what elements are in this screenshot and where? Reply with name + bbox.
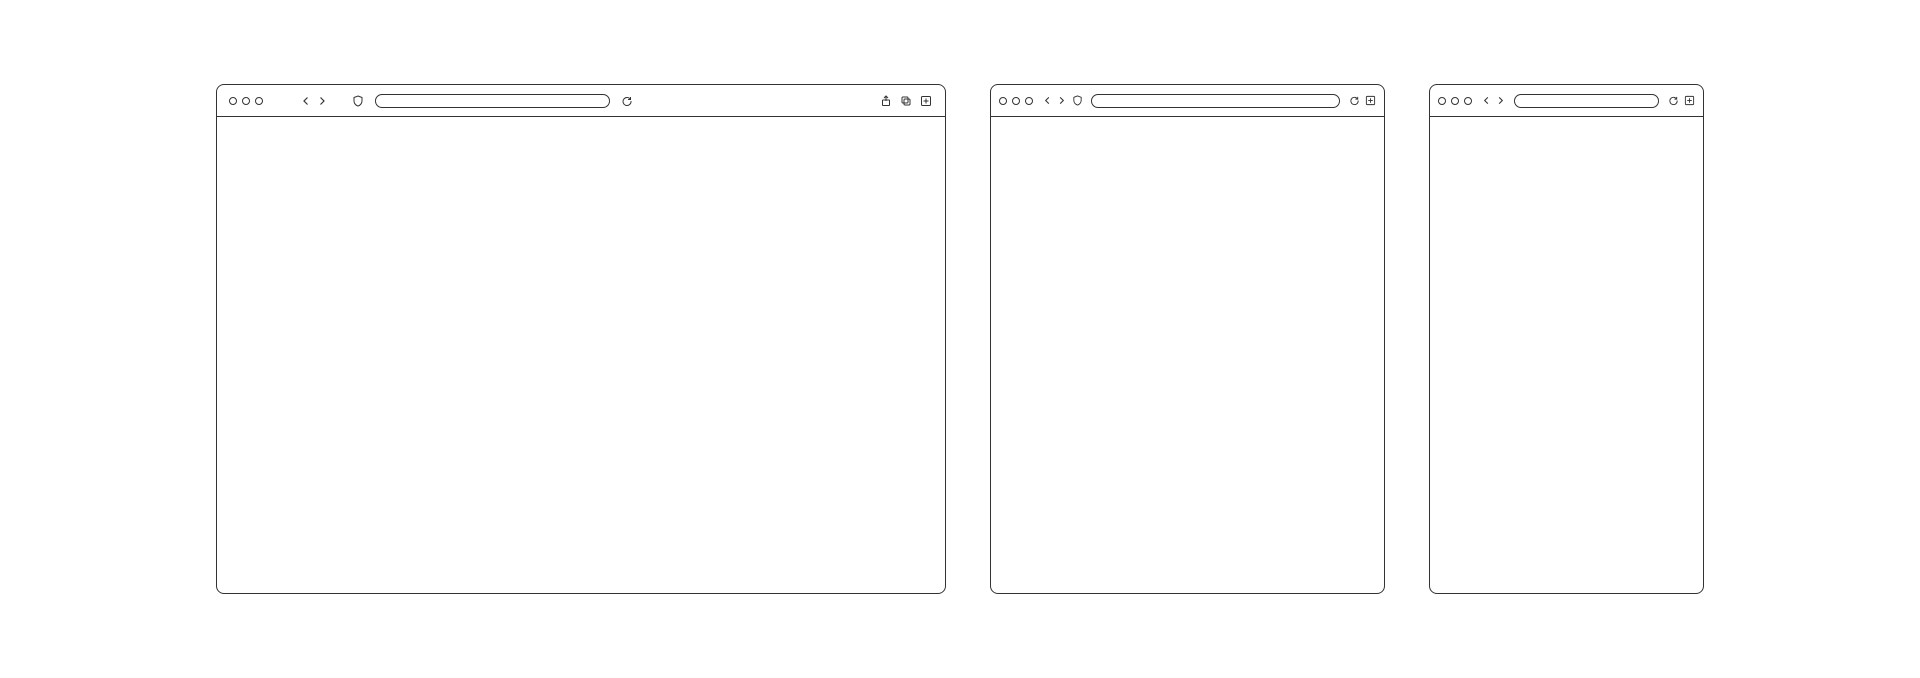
forward-icon[interactable] <box>1055 95 1067 107</box>
traffic-lights <box>229 97 263 105</box>
toolbar <box>217 85 945 117</box>
traffic-lights <box>1438 97 1472 105</box>
toolbar-right <box>1364 95 1376 107</box>
toolbar-right <box>879 94 933 108</box>
traffic-lights <box>999 97 1033 105</box>
address-bar[interactable] <box>1514 94 1659 108</box>
maximize-button[interactable] <box>1025 97 1033 105</box>
shield-icon[interactable] <box>1071 95 1083 107</box>
maximize-button[interactable] <box>255 97 263 105</box>
browser-window-tablet <box>990 84 1385 594</box>
new-tab-icon[interactable] <box>919 94 933 108</box>
address-bar[interactable] <box>1091 94 1340 108</box>
back-icon[interactable] <box>1480 95 1492 107</box>
page-viewport <box>217 117 945 593</box>
toolbar-right <box>1683 95 1695 107</box>
shield-icon[interactable] <box>351 94 365 108</box>
close-button[interactable] <box>999 97 1007 105</box>
close-button[interactable] <box>229 97 237 105</box>
reload-icon[interactable] <box>620 94 634 108</box>
back-icon[interactable] <box>1041 95 1053 107</box>
back-icon[interactable] <box>299 94 313 108</box>
minimize-button[interactable] <box>1012 97 1020 105</box>
share-icon[interactable] <box>879 94 893 108</box>
nav-buttons <box>1480 95 1506 107</box>
browser-window-mobile <box>1429 84 1704 594</box>
page-viewport <box>991 117 1384 593</box>
nav-buttons <box>1041 95 1067 107</box>
reload-icon[interactable] <box>1667 95 1679 107</box>
address-bar[interactable] <box>375 94 610 108</box>
nav-buttons <box>299 94 329 108</box>
reload-icon[interactable] <box>1348 95 1360 107</box>
close-button[interactable] <box>1438 97 1446 105</box>
browser-window-desktop <box>216 84 946 594</box>
new-tab-icon[interactable] <box>1683 95 1695 107</box>
new-tab-icon[interactable] <box>1364 95 1376 107</box>
maximize-button[interactable] <box>1464 97 1472 105</box>
page-viewport <box>1430 117 1703 593</box>
minimize-button[interactable] <box>242 97 250 105</box>
toolbar <box>1430 85 1703 117</box>
forward-icon[interactable] <box>1494 95 1506 107</box>
copy-icon[interactable] <box>899 94 913 108</box>
minimize-button[interactable] <box>1451 97 1459 105</box>
forward-icon[interactable] <box>315 94 329 108</box>
toolbar <box>991 85 1384 117</box>
